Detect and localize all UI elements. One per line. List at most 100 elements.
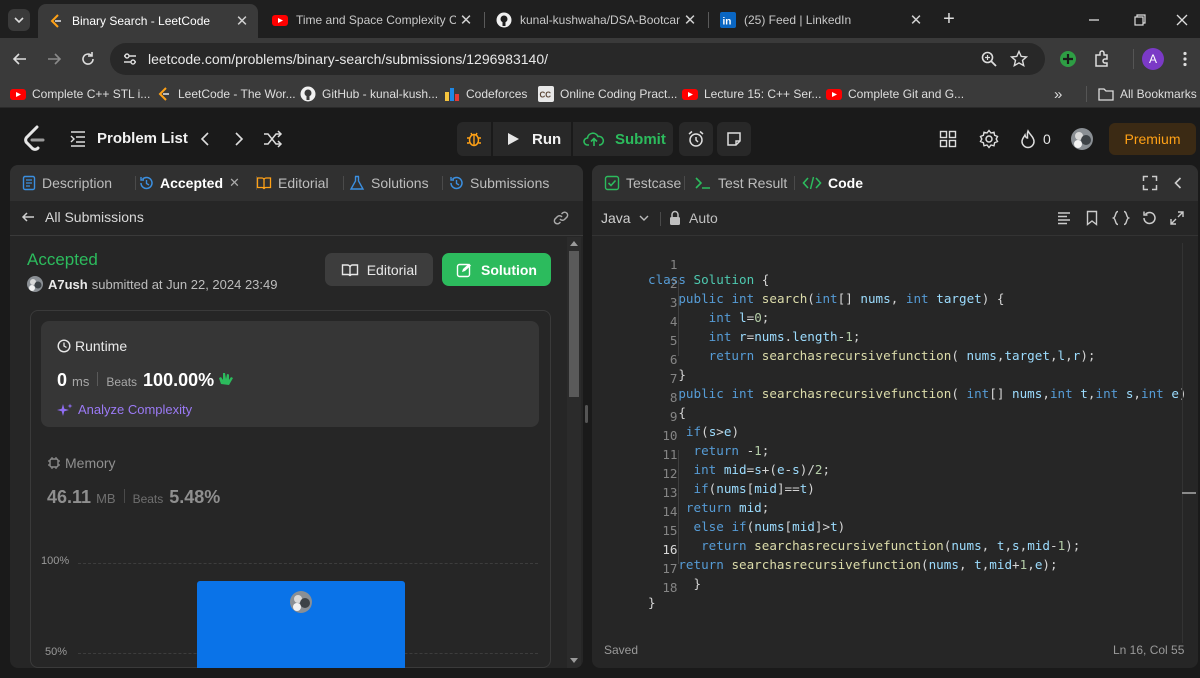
bookmark-item[interactable]: LeetCode - The Wor... — [156, 86, 296, 102]
more-vertical-icon[interactable] — [1176, 50, 1194, 68]
problem-list-button[interactable]: Problem List — [68, 128, 188, 148]
format-code-icon[interactable] — [1056, 210, 1072, 226]
timer-button[interactable] — [679, 122, 713, 156]
section-divider — [592, 235, 1198, 236]
close-tab-icon[interactable]: ✕ — [680, 11, 700, 29]
terminal-icon — [695, 177, 710, 189]
expand-icon[interactable] — [1169, 210, 1185, 226]
bookmark-label: Complete Git and G... — [848, 87, 965, 101]
bookmark-item[interactable]: Lecture 15: C++ Ser... — [682, 86, 821, 102]
tab-submissions-label: Submissions — [470, 175, 550, 191]
bookmark-icon[interactable] — [1084, 210, 1100, 226]
notes-button[interactable] — [717, 122, 751, 156]
premium-button[interactable]: Premium — [1109, 123, 1196, 155]
memory-header: Memory — [47, 455, 116, 471]
browser-tab-youtube[interactable]: Time and Space Complexity CO ✕ — [262, 6, 482, 34]
save-status: Saved — [604, 643, 639, 657]
code-line: 3 int l=0; — [592, 280, 1172, 325]
code-editor[interactable]: 1 class Solution { 2 public int search(i… — [592, 242, 1187, 642]
reset-icon[interactable] — [1141, 210, 1157, 226]
youtube-icon — [826, 89, 842, 100]
next-problem-icon[interactable] — [230, 129, 248, 149]
submit-button[interactable]: Submit — [573, 122, 673, 156]
accepted-status: Accepted — [27, 250, 98, 269]
submit-label: Submit — [615, 130, 666, 148]
all-submissions-link[interactable]: All Submissions — [20, 209, 144, 225]
bookmark-star-icon[interactable] — [1010, 50, 1028, 68]
close-tab-icon[interactable]: ✕ — [906, 11, 926, 29]
auto-toggle[interactable]: Auto — [668, 210, 718, 226]
tab-code[interactable]: Code — [802, 165, 863, 201]
zoom-icon[interactable] — [980, 50, 998, 68]
all-submissions-label: All Submissions — [45, 209, 144, 225]
code-line: 7 public int searchasrecursivefunction( … — [592, 356, 1187, 401]
tab-test-result-label: Test Result — [718, 175, 788, 191]
minimize-button[interactable] — [1084, 10, 1104, 30]
tab-search-button[interactable] — [8, 9, 30, 31]
new-tab-button[interactable]: + — [938, 8, 960, 30]
tab-testcase[interactable]: Testcase — [604, 165, 681, 201]
editorial-button[interactable]: Editorial — [325, 253, 433, 286]
braces-icon[interactable] — [1112, 210, 1130, 226]
tab-editorial[interactable]: Editorial — [256, 165, 329, 201]
scroll-down-icon[interactable] — [570, 658, 578, 664]
fullscreen-icon[interactable] — [1142, 175, 1158, 191]
user-avatar[interactable] — [1071, 128, 1093, 150]
layout-grid-icon[interactable] — [938, 129, 958, 149]
streak-counter[interactable]: 0 — [1019, 129, 1051, 149]
extensions-puzzle-icon[interactable] — [1092, 49, 1112, 69]
close-window-button[interactable] — [1172, 10, 1192, 30]
forward-button[interactable] — [44, 49, 64, 69]
prev-problem-icon[interactable] — [196, 129, 214, 149]
bookmark-item[interactable]: Complete Git and G... — [826, 86, 964, 102]
bookmark-item[interactable]: CC Online Coding Pract... — [538, 86, 677, 102]
settings-gear-icon[interactable] — [979, 129, 999, 149]
sparkle-icon — [57, 403, 73, 416]
more-bookmarks-button[interactable]: » — [1054, 86, 1062, 103]
debug-button[interactable] — [457, 122, 491, 156]
url-text: leetcode.com/problems/binary-search/subm… — [148, 51, 548, 67]
scrollbar-thumb[interactable] — [569, 251, 579, 397]
memory-card[interactable]: Memory 46.11 MB Beats 5.48% — [41, 435, 539, 541]
solution-button[interactable]: Solution — [442, 253, 551, 286]
close-tab-icon[interactable]: ✕ — [456, 11, 476, 29]
bookmark-label: LeetCode - The Wor... — [178, 87, 296, 101]
address-bar[interactable]: leetcode.com/problems/binary-search/subm… — [110, 43, 1045, 75]
collapse-chevron-icon[interactable] — [1170, 175, 1186, 191]
browser-tab-linkedin[interactable]: in (25) Feed | LinkedIn ✕ — [710, 6, 932, 34]
runtime-card[interactable]: Runtime 0 ms Beats 100.00% Analyze Compl… — [41, 321, 539, 427]
username[interactable]: A7ush — [48, 277, 88, 292]
run-button[interactable]: Run — [493, 122, 571, 156]
panel-resize-handle[interactable] — [585, 405, 588, 423]
scroll-up-icon[interactable] — [570, 240, 578, 246]
restore-button[interactable] — [1130, 10, 1150, 30]
tab-solutions[interactable]: Solutions — [349, 165, 429, 201]
browser-tab-leetcode[interactable]: Binary Search - LeetCode ✕ — [38, 4, 258, 38]
shuffle-icon[interactable] — [262, 129, 284, 149]
reload-button[interactable] — [78, 49, 98, 69]
bookmark-item[interactable]: Complete C++ STL i... — [10, 86, 150, 102]
browser-tab-github[interactable]: kunal-kushwaha/DSA-Bootcamp ✕ — [486, 6, 706, 34]
all-bookmarks-button[interactable]: All Bookmarks — [1098, 86, 1197, 102]
chart-axis-100: 100% — [41, 555, 70, 567]
extension-green-icon[interactable] — [1059, 50, 1077, 68]
checkbox-icon — [604, 175, 620, 191]
tab-accepted[interactable]: Accepted ✕ — [138, 165, 240, 201]
site-settings-icon[interactable] — [122, 51, 138, 67]
tab-test-result[interactable]: Test Result — [694, 165, 787, 201]
link-icon[interactable] — [552, 209, 570, 227]
leetcode-logo-icon[interactable] — [22, 125, 46, 153]
analyze-complexity-link[interactable]: Analyze Complexity — [57, 402, 192, 417]
profile-avatar[interactable]: A — [1142, 48, 1164, 70]
bookmark-item[interactable]: GitHub - kunal-kush... — [300, 86, 438, 102]
list-icon — [70, 131, 85, 147]
language-select[interactable]: Java — [601, 210, 651, 226]
left-scrollbar[interactable] — [567, 237, 581, 668]
tab-description[interactable]: Description — [22, 165, 112, 201]
back-button[interactable] — [10, 49, 30, 69]
editor-scrollbar[interactable] — [1182, 243, 1183, 643]
close-tab-icon[interactable]: ✕ — [232, 12, 252, 30]
tab-submissions[interactable]: Submissions — [448, 165, 549, 201]
bookmark-item[interactable]: Codeforces — [444, 86, 527, 102]
close-tab-icon[interactable]: ✕ — [229, 175, 240, 191]
